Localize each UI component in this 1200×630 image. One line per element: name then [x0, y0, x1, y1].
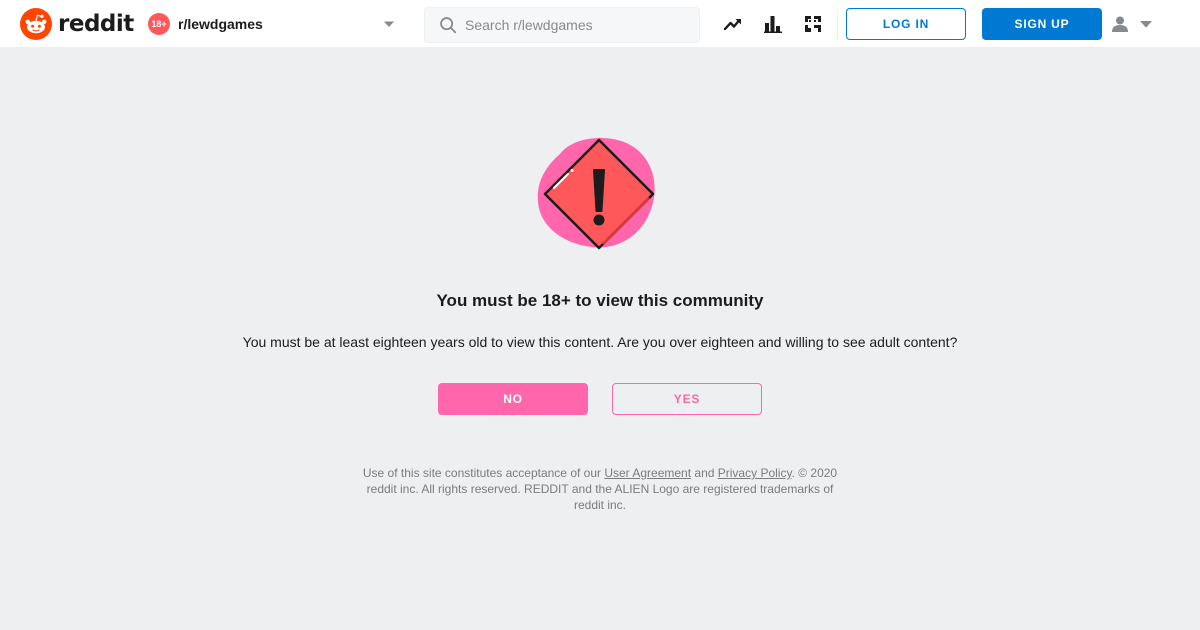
search-icon [440, 17, 457, 34]
all-button[interactable] [761, 12, 785, 36]
footer-and-text: and [691, 466, 718, 480]
user-dropdown[interactable] [1110, 12, 1162, 36]
chevron-down-icon [384, 21, 394, 27]
coins-button[interactable] [801, 12, 825, 36]
user-agreement-link[interactable]: User Agreement [604, 466, 691, 480]
sign-up-button[interactable]: SIGN UP [982, 8, 1102, 40]
reddit-logo[interactable]: reddit [20, 8, 134, 40]
reddit-alien-icon [20, 8, 52, 40]
no-button[interactable]: NO [438, 383, 588, 415]
community-nsfw-badge: 18+ [148, 13, 170, 35]
reddit-wordmark: reddit [58, 11, 134, 37]
community-name: r/lewdgames [178, 16, 263, 32]
search-input[interactable] [465, 17, 685, 33]
search-bar[interactable] [424, 7, 700, 43]
top-header: reddit 18+ r/lewdgames Search r/lewdgame… [0, 0, 1200, 48]
popular-button[interactable] [721, 12, 745, 36]
chevron-down-icon [1140, 21, 1152, 28]
log-in-button[interactable]: LOG IN [846, 8, 966, 40]
warning-sign-icon [537, 138, 655, 250]
community-dropdown[interactable]: 18+ r/lewdgames [140, 8, 400, 40]
privacy-policy-link[interactable]: Privacy Policy [718, 466, 792, 480]
trending-icon [723, 19, 741, 31]
charts-icon [764, 16, 782, 33]
footer-text-start: Use of this site constitutes acceptance … [362, 466, 605, 480]
coins-icon [805, 16, 821, 32]
legal-footer: Use of this site constitutes acceptance … [360, 465, 840, 513]
age-gate-description: You must be at least eighteen years old … [242, 334, 958, 350]
user-icon [1112, 16, 1128, 32]
header-divider [837, 10, 838, 40]
age-gate-title: You must be 18+ to view this community [436, 291, 764, 310]
yes-button[interactable]: YES [612, 383, 762, 415]
